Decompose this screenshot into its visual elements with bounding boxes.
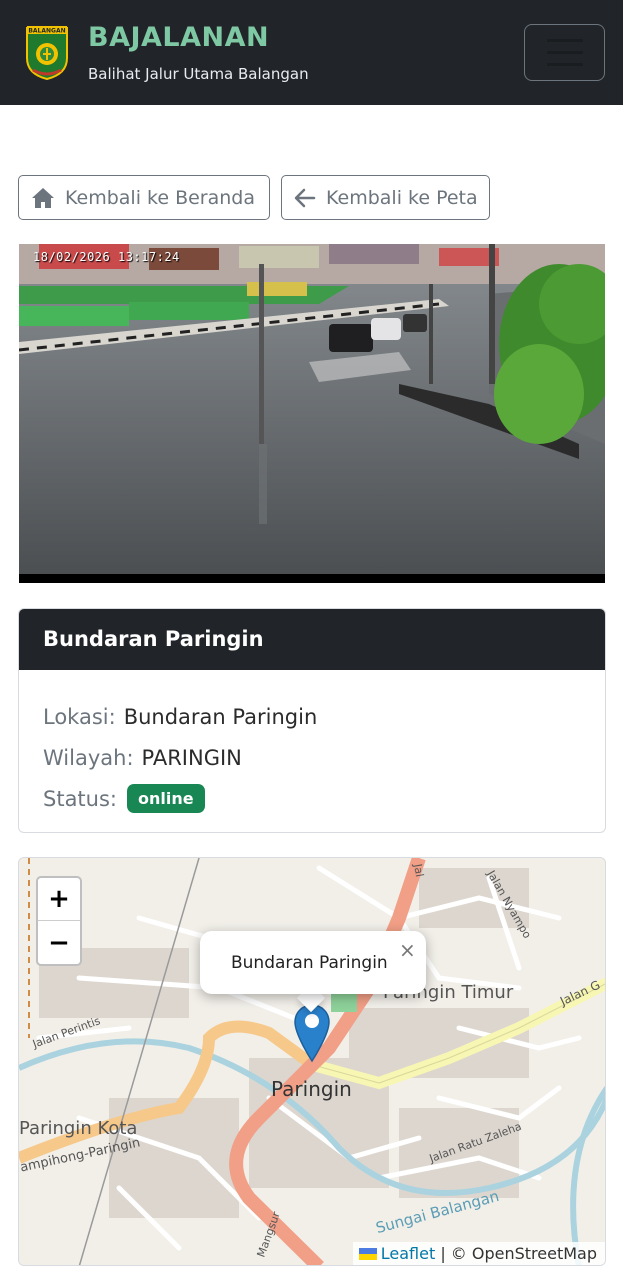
navbar: BALANGAN BAJALANAN Balihat Jalur Utama B… bbox=[0, 0, 623, 105]
camera-info-card: Bundaran Paringin Lokasi: Bundaran Parin… bbox=[18, 608, 606, 833]
hamburger-icon bbox=[547, 39, 583, 42]
cctv-video-feed[interactable]: 18/02/2026 13:17:24 bbox=[19, 244, 605, 583]
home-icon bbox=[32, 187, 54, 208]
arrow-left-icon bbox=[294, 188, 316, 207]
home-button[interactable]: Kembali ke Beranda bbox=[18, 175, 270, 220]
map-marker-icon[interactable] bbox=[294, 1003, 330, 1063]
zoom-control: + − bbox=[36, 876, 82, 966]
svg-text:BALANGAN: BALANGAN bbox=[28, 28, 65, 35]
balangan-logo[interactable]: BALANGAN bbox=[25, 24, 69, 80]
zoom-in-button[interactable]: + bbox=[38, 878, 80, 921]
map-attribution: Leaflet | © OpenStreetMap bbox=[352, 1242, 605, 1265]
camera-scene bbox=[19, 244, 605, 583]
region-label: Wilayah: bbox=[43, 745, 134, 770]
region-row: Wilayah: PARINGIN bbox=[43, 737, 581, 778]
brand-title[interactable]: BAJALANAN bbox=[88, 22, 269, 53]
location-label: Lokasi: bbox=[43, 704, 116, 729]
ukraine-flag-icon bbox=[358, 1247, 377, 1260]
osm-attribution[interactable]: © OpenStreetMap bbox=[451, 1244, 597, 1263]
status-label: Status: bbox=[43, 786, 117, 811]
card-title: Bundaran Paringin bbox=[19, 609, 605, 670]
leaflet-link[interactable]: Leaflet bbox=[381, 1244, 435, 1263]
location-row: Lokasi: Bundaran Paringin bbox=[43, 696, 581, 737]
location-map[interactable]: Paringin Paringin Timur Paringin Kota Ja… bbox=[18, 857, 606, 1266]
marker-popup: Bundaran Paringin bbox=[200, 931, 426, 994]
brand-subtitle: Balihat Jalur Utama Balangan bbox=[88, 65, 309, 83]
region-value: PARINGIN bbox=[141, 745, 242, 770]
location-value: Bundaran Paringin bbox=[123, 704, 318, 729]
popup-label: Bundaran Paringin bbox=[231, 952, 388, 973]
status-row: Status: online bbox=[43, 778, 581, 819]
attribution-separator: | bbox=[435, 1244, 451, 1263]
map-label-paringin: Paringin bbox=[271, 1077, 352, 1101]
popup-close-button[interactable]: × bbox=[399, 938, 416, 962]
camera-timestamp: 18/02/2026 13:17:24 bbox=[33, 250, 180, 264]
status-badge: online bbox=[127, 784, 205, 813]
map-label-paringin-kota: Paringin Kota bbox=[19, 1118, 138, 1139]
back-to-map-button[interactable]: Kembali ke Peta bbox=[281, 175, 490, 220]
map-label-jal: Jal bbox=[410, 862, 427, 879]
back-button-label: Kembali ke Peta bbox=[326, 186, 478, 209]
home-button-label: Kembali ke Beranda bbox=[65, 186, 255, 209]
zoom-out-button[interactable]: − bbox=[38, 921, 80, 964]
menu-toggle-button[interactable] bbox=[524, 24, 605, 81]
